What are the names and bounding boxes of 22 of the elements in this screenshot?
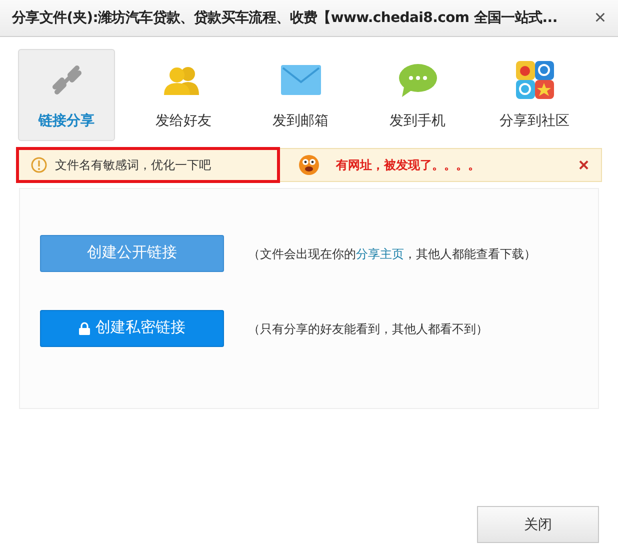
share-tab[interactable]: 分享到社区 — [486, 49, 583, 141]
window-title: 分享文件(夹):潍坊汽车贷款、贷款买车流程、收费【www.chedai8.com 全国一站式... — [12, 8, 558, 28]
share-tab[interactable]: 发到邮箱 — [252, 49, 349, 141]
close-dialog-button[interactable]: 关闭 — [477, 506, 599, 543]
chat-bubble-icon — [398, 62, 438, 96]
create-link-button[interactable]: 创建私密链接 — [40, 310, 224, 347]
close-button[interactable]: × — [594, 8, 606, 28]
option-description: （只有分享的好友能看到，其他人都看不到） — [248, 320, 488, 338]
share-tab[interactable]: 发到手机 — [369, 49, 466, 141]
lock-icon — [78, 322, 90, 335]
warning-icon — [31, 157, 47, 173]
community-grid-icon — [516, 60, 554, 98]
link-icon — [50, 62, 84, 96]
share-tab[interactable]: 链接分享 — [18, 49, 115, 141]
emoticon-icon — [298, 154, 320, 176]
envelope-icon — [280, 64, 320, 94]
share-homepage-link[interactable]: 分享主页 — [356, 246, 404, 260]
share-tab[interactable]: 发给好友 — [135, 49, 232, 141]
alert-message: 有网址，被发现了。。。。 — [336, 157, 480, 174]
warning-text: 文件名有敏感词，优化一下吧 — [55, 157, 211, 174]
option-description: （文件会出现在你的分享主页，其他人都能查看下载） — [248, 246, 536, 262]
dismiss-button[interactable]: × — [578, 156, 589, 174]
